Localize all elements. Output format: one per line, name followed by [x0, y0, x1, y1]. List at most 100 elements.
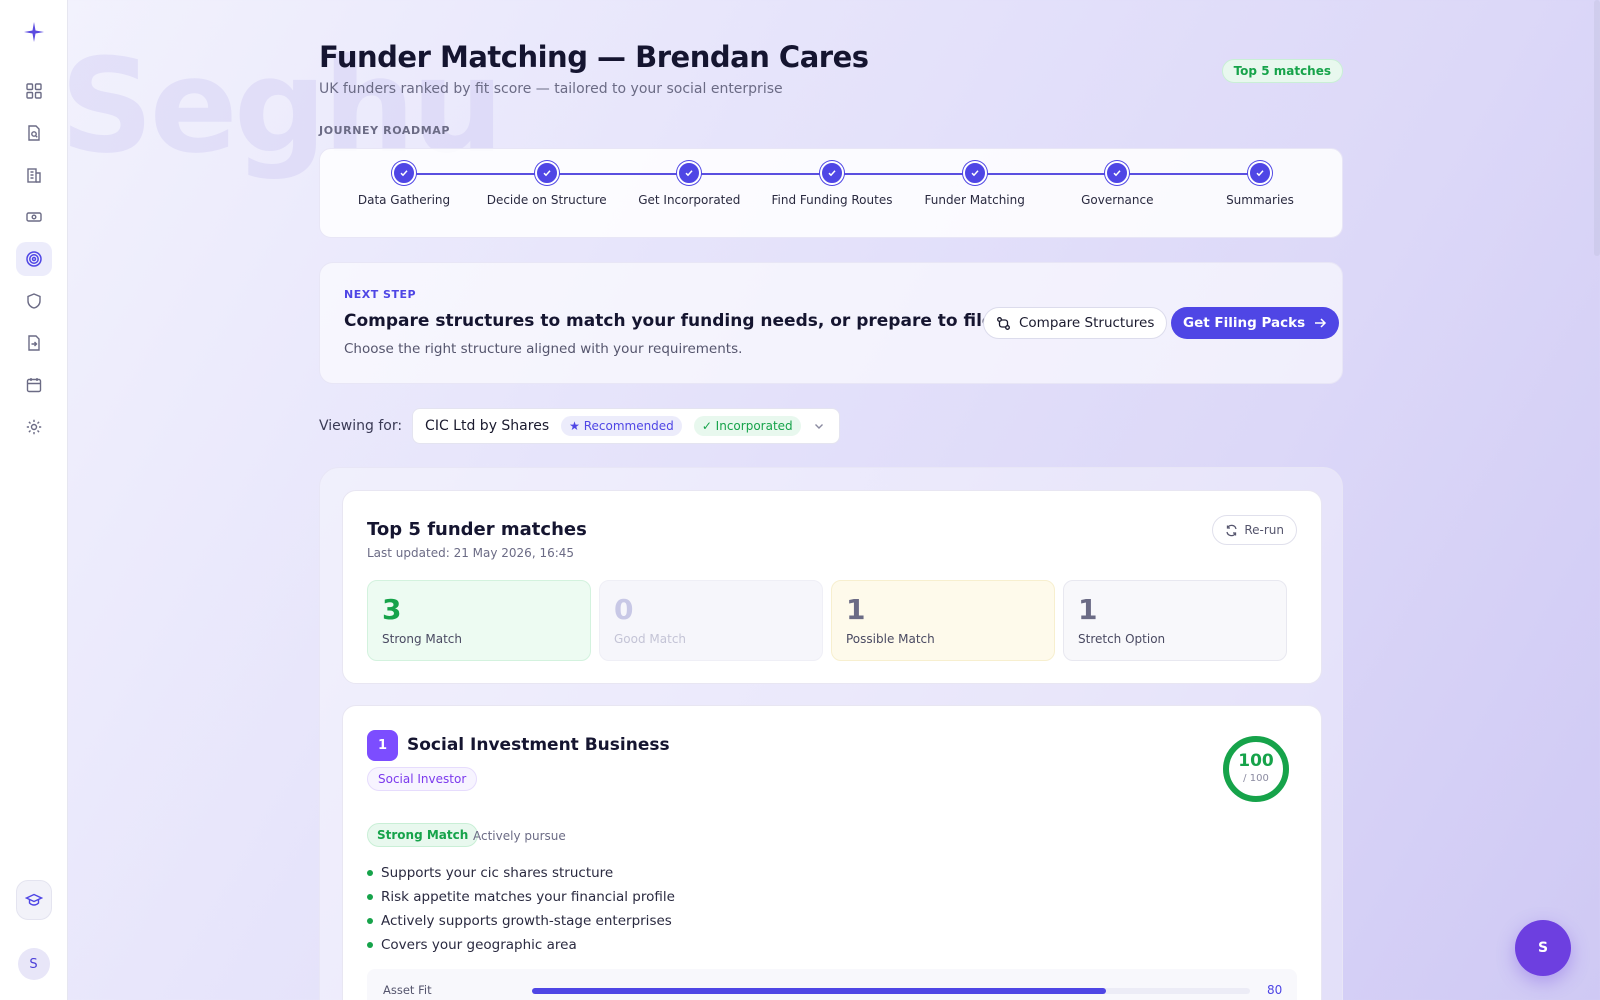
git-compare-icon — [997, 316, 1010, 330]
viewing-for: Viewing for: CIC Ltd by Shares ★ Recomme… — [319, 408, 840, 444]
roadmap-step[interactable]: Decide on Structure — [477, 161, 617, 207]
roadmap-step-label: Funder Matching — [924, 193, 1025, 207]
rerun-label: Re-run — [1244, 523, 1284, 537]
refresh-icon — [1226, 524, 1237, 536]
get-filing-packs-label: Get Filing Packs — [1183, 315, 1306, 331]
check-icon — [1248, 161, 1272, 185]
funder-match-card[interactable]: 1 Social Investment Business Social Inve… — [342, 705, 1322, 1000]
compare-structures-button[interactable]: Compare Structures — [983, 307, 1168, 339]
roadmap-step-label: Governance — [1081, 193, 1154, 207]
funder-name: Social Investment Business — [407, 735, 670, 755]
stat-label: Strong Match — [382, 631, 462, 646]
fit-score-ring: 100 / 100 — [1221, 734, 1291, 804]
stat-label: Possible Match — [846, 631, 935, 646]
sidebar-item-structure[interactable] — [16, 158, 52, 192]
learn-button[interactable] — [15, 880, 52, 920]
journey-roadmap: Data Gathering Decide on Structure Get I… — [319, 148, 1343, 238]
stat-strong-match: 3 Strong Match — [367, 580, 591, 661]
list-item: Supports your cic shares structure — [367, 861, 675, 885]
roadmap-label: JOURNEY ROADMAP — [319, 124, 451, 137]
stat-possible-match: 1 Possible Match — [831, 580, 1055, 661]
sidebar-item-governance[interactable] — [16, 284, 52, 318]
summary-card: Top 5 funder matches Last updated: 21 Ma… — [342, 490, 1322, 684]
sidebar-item-documents[interactable] — [16, 116, 52, 150]
reason-text: Risk appetite matches your financial pro… — [381, 889, 675, 905]
get-filing-packs-button[interactable]: Get Filing Packs — [1171, 307, 1340, 339]
next-step-title: Compare structures to match your funding… — [344, 311, 994, 331]
reason-text: Covers your geographic area — [381, 937, 577, 953]
asset-fit-fill — [532, 988, 1107, 994]
roadmap-step[interactable]: Funder Matching — [905, 161, 1045, 207]
roadmap-step[interactable]: Get Incorporated — [619, 161, 759, 207]
sidebar-item-funding[interactable] — [16, 200, 52, 234]
roadmap-step-label: Find Funding Routes — [771, 193, 893, 207]
next-step-description: Choose the right structure aligned with … — [344, 341, 743, 357]
incorporated-badge: ✓ Incorporated — [693, 416, 801, 436]
roadmap-step-label: Decide on Structure — [486, 193, 607, 207]
logo-sparkle-icon[interactable] — [20, 18, 48, 46]
funder-type-tag: Social Investor — [367, 767, 478, 791]
last-updated: Last updated: 21 May 2026, 16:45 — [367, 546, 575, 560]
list-item: Actively supports growth-stage enterpris… — [367, 909, 675, 933]
stat-value: 3 — [382, 593, 402, 626]
sidebar-item-dashboard[interactable] — [16, 74, 52, 108]
next-step-label: NEXT STEP — [344, 288, 417, 301]
sidebar-item-calendar[interactable] — [16, 368, 52, 402]
sidebar-item-filing[interactable] — [16, 326, 52, 360]
stat-stretch-option: 1 Stretch Option — [1063, 580, 1287, 661]
bullet-dot-icon — [367, 870, 373, 876]
calendar-icon — [26, 378, 41, 393]
file-export-icon — [27, 335, 40, 351]
roadmap-step-label: Data Gathering — [357, 193, 451, 207]
chevron-down-icon — [814, 424, 823, 429]
rerun-button[interactable]: Re-run — [1212, 515, 1297, 545]
stat-good-match: 0 Good Match — [599, 580, 823, 661]
match-reasons: Supports your cic shares structure Risk … — [367, 861, 675, 957]
check-icon — [392, 161, 416, 185]
next-step-card: NEXT STEP Compare structures to match yo… — [319, 262, 1343, 384]
banknote-icon — [25, 212, 42, 222]
roadmap-step[interactable]: Data Gathering — [334, 161, 474, 207]
check-icon — [534, 161, 559, 185]
list-item: Risk appetite matches your financial pro… — [367, 885, 675, 909]
match-strength-badge: Strong Match — [367, 823, 479, 847]
check-icon — [962, 161, 987, 185]
stat-value: 1 — [1078, 593, 1098, 626]
page-scrollbar[interactable] — [1594, 0, 1600, 256]
sidebar-item-settings[interactable] — [16, 410, 52, 444]
recommended-badge: ★ Recommended — [561, 416, 682, 436]
user-avatar[interactable]: S — [17, 948, 50, 980]
roadmap-step-label: Get Incorporated — [638, 193, 741, 207]
roadmap-step[interactable]: Summaries — [1190, 161, 1330, 207]
top-matches-badge: Top 5 matches — [1221, 59, 1343, 83]
structure-select[interactable]: CIC Ltd by Shares ★ Recommended ✓ Incorp… — [412, 408, 840, 444]
roadmap-step[interactable]: Find Funding Routes — [762, 161, 902, 207]
asset-fit-label: Asset Fit — [383, 983, 432, 997]
gear-icon — [26, 419, 41, 435]
viewing-for-label: Viewing for: — [319, 418, 403, 434]
asset-fit-track — [532, 988, 1250, 994]
bullet-dot-icon — [367, 942, 373, 948]
stat-value: 1 — [846, 593, 866, 626]
dashboard-icon — [25, 83, 42, 99]
bullet-dot-icon — [367, 918, 373, 924]
results-panel: Top 5 funder matches Last updated: 21 Ma… — [319, 467, 1343, 1000]
graduation-cap-icon — [24, 893, 43, 906]
document-search-icon — [27, 125, 40, 141]
check-icon — [820, 161, 844, 185]
check-icon — [677, 161, 702, 185]
asset-fit-row: Asset Fit 80 — [367, 969, 1297, 1000]
roadmap-step[interactable]: Governance — [1047, 161, 1187, 207]
sidebar-item-funder-matching[interactable] — [15, 242, 52, 276]
summary-title: Top 5 funder matches — [367, 519, 587, 540]
reason-text: Actively supports growth-stage enterpris… — [381, 913, 672, 929]
page-title: Funder Matching — Brendan Cares — [319, 40, 869, 74]
list-item: Covers your geographic area — [367, 933, 675, 957]
page-subtitle: UK funders ranked by fit score — tailore… — [319, 81, 783, 97]
sidebar-nav — [15, 74, 52, 444]
rank-badge: 1 — [367, 730, 398, 761]
bullet-dot-icon — [367, 894, 373, 900]
structure-select-value: CIC Ltd by Shares — [425, 418, 550, 434]
roadmap-step-label: Summaries — [1226, 193, 1294, 207]
assistant-fab[interactable]: S — [1515, 920, 1571, 976]
